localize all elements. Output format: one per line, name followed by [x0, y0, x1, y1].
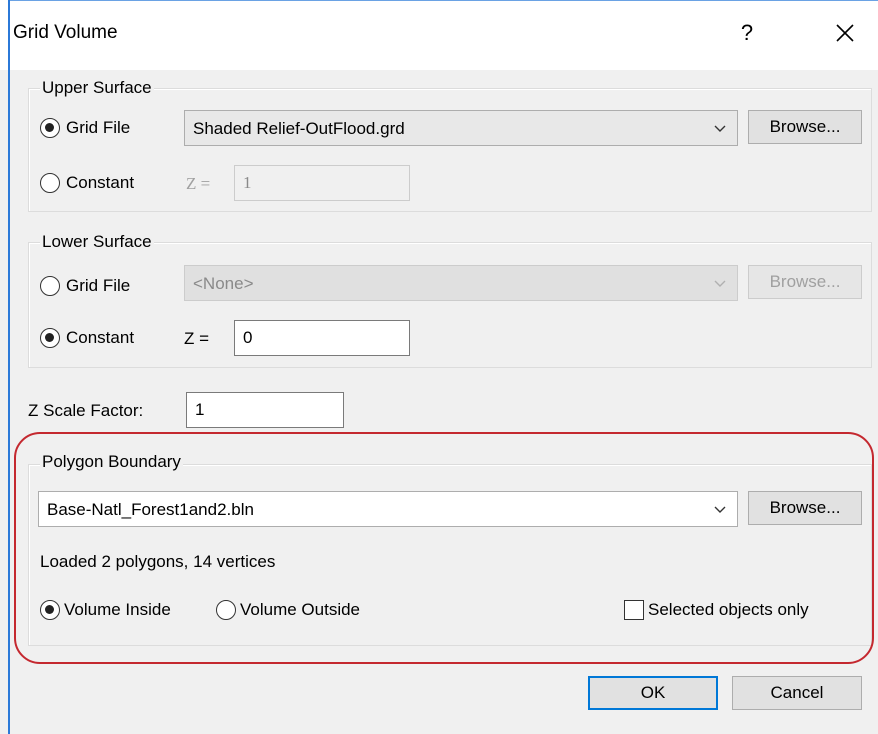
lower-grid-file-label: Grid File [66, 276, 131, 295]
close-button[interactable] [830, 18, 860, 48]
help-button[interactable]: ? [734, 18, 760, 48]
upper-grid-file-select[interactable]: Shaded Relief-OutFlood.grd [184, 110, 738, 146]
z-scale-factor-label: Z Scale Factor: [28, 401, 144, 420]
chevron-down-icon [714, 280, 726, 287]
polygon-browse-button[interactable]: Browse... [748, 491, 862, 525]
polygon-file-value: Base-Natl_Forest1and2.bln [47, 500, 254, 519]
radio-indicator[interactable] [40, 276, 60, 296]
lower-constant-label: Constant [66, 328, 135, 347]
lower-grid-file-radio[interactable]: Grid File [40, 276, 130, 296]
volume-outside-label: Volume Outside [240, 600, 361, 619]
lower-z-label: Z = [184, 329, 210, 348]
lower-grid-file-select[interactable]: <None> [184, 265, 738, 301]
chevron-down-icon [714, 506, 726, 513]
lower-surface-legend: Lower Surface [40, 232, 154, 252]
checkbox-indicator[interactable] [624, 600, 644, 620]
radio-indicator[interactable] [40, 328, 60, 348]
lower-z-input[interactable]: 0 [234, 320, 410, 356]
radio-indicator[interactable] [40, 173, 60, 193]
upper-constant-radio[interactable]: Constant [40, 173, 134, 193]
lower-browse-button[interactable]: Browse... [748, 265, 862, 299]
volume-outside-radio[interactable]: Volume Outside [216, 600, 360, 620]
close-icon [836, 24, 854, 42]
volume-inside-label: Volume Inside [64, 600, 171, 619]
upper-browse-button[interactable]: Browse... [748, 110, 862, 144]
window-border-left [8, 0, 10, 734]
radio-indicator[interactable] [216, 600, 236, 620]
polygon-file-select[interactable]: Base-Natl_Forest1and2.bln [38, 491, 738, 527]
upper-surface-group [28, 88, 872, 212]
title-bar: Grid Volume ? [0, 0, 878, 70]
radio-indicator[interactable] [40, 118, 60, 138]
chevron-down-icon [714, 125, 726, 132]
lower-grid-file-value: <None> [193, 274, 254, 293]
upper-z-input[interactable]: 1 [234, 165, 410, 201]
upper-surface-legend: Upper Surface [40, 78, 154, 98]
ok-button[interactable]: OK [588, 676, 718, 710]
z-scale-factor-input[interactable]: 1 [186, 392, 344, 428]
selected-objects-only-checkbox[interactable]: Selected objects only [624, 600, 809, 620]
upper-grid-file-radio[interactable]: Grid File [40, 118, 130, 138]
upper-constant-label: Constant [66, 173, 135, 192]
dialog-title: Grid Volume [13, 22, 118, 43]
upper-grid-file-value: Shaded Relief-OutFlood.grd [193, 119, 405, 138]
volume-inside-radio[interactable]: Volume Inside [40, 600, 171, 620]
lower-surface-group [28, 242, 872, 368]
lower-constant-radio[interactable]: Constant [40, 328, 134, 348]
grid-volume-dialog: Grid Volume ? Upper Surface Grid File Sh… [0, 0, 878, 734]
upper-z-label: Z = [186, 174, 211, 193]
upper-grid-file-label: Grid File [66, 118, 131, 137]
window-border-top [8, 0, 878, 1]
selected-objects-only-label: Selected objects only [648, 600, 809, 619]
polygon-boundary-legend: Polygon Boundary [40, 452, 183, 472]
cancel-button[interactable]: Cancel [732, 676, 862, 710]
radio-indicator[interactable] [40, 600, 60, 620]
polygon-status-text: Loaded 2 polygons, 14 vertices [40, 552, 276, 571]
